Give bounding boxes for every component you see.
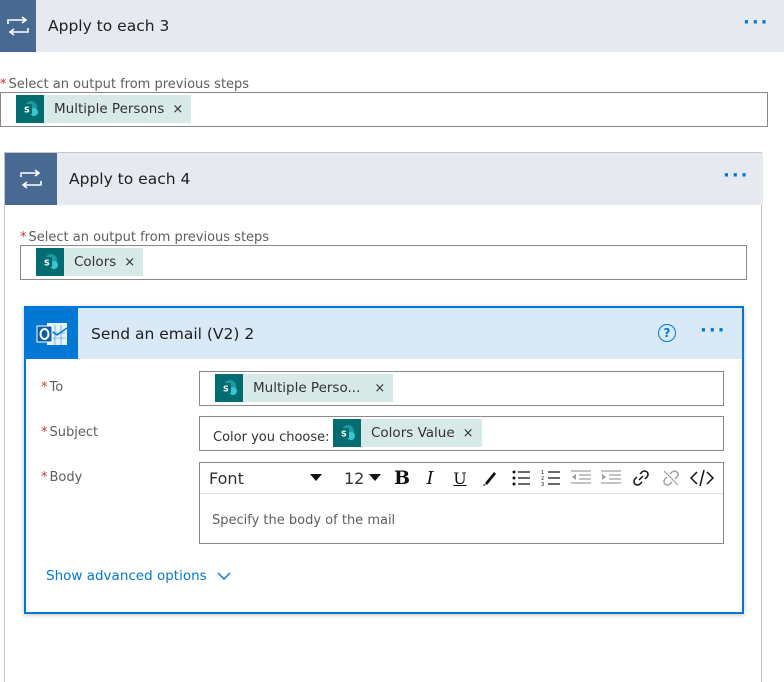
to-field[interactable]: S Multiple Perso... × [199, 371, 724, 406]
apply-to-each-4-title: Apply to each 4 [69, 170, 191, 188]
multiple-persons-token[interactable]: S Multiple Persons × [16, 95, 192, 123]
subject-prefix-text: Color you choose: [213, 430, 330, 445]
token-label: Multiple Perso... [253, 380, 361, 396]
subject-label: * Subject [41, 425, 99, 440]
remove-token-icon[interactable]: × [463, 426, 482, 441]
send-email-title: Send an email (V2) 2 [91, 324, 255, 343]
send-email-header[interactable]: Send an email (V2) 2 ? ··· [26, 308, 742, 359]
bold-button[interactable]: B [390, 463, 414, 493]
underline-button[interactable]: U [448, 463, 472, 493]
apply-to-each-4-header[interactable]: Apply to each 4 ··· [5, 153, 763, 205]
remove-token-icon[interactable]: × [172, 102, 191, 117]
decrease-indent-button[interactable] [568, 463, 594, 493]
inner-select-output-label: * Select an output from previous steps [20, 230, 270, 245]
remove-link-button[interactable] [658, 463, 684, 493]
unlink-icon [663, 470, 679, 486]
insert-link-button[interactable] [628, 463, 654, 493]
subject-field[interactable]: Color you choose: S Colors Value × [199, 416, 724, 451]
sharepoint-icon: S [215, 374, 243, 402]
body-text-area[interactable]: Specify the body of the mail [200, 494, 723, 543]
apply-to-each-4-menu-icon[interactable]: ··· [723, 165, 750, 186]
remove-token-icon[interactable]: × [374, 381, 393, 396]
apply-to-each-3-menu-icon[interactable]: ··· [743, 12, 770, 33]
loop-icon [5, 153, 57, 205]
increase-indent-icon [601, 470, 621, 484]
sharepoint-icon: S [16, 95, 44, 123]
sharepoint-icon: S [333, 419, 361, 447]
code-view-button[interactable] [688, 463, 716, 493]
help-icon[interactable]: ? [658, 324, 676, 342]
svg-text:S: S [341, 430, 347, 439]
svg-text:S: S [24, 106, 30, 115]
body-toolbar: Font 12 B I U 123 [200, 463, 723, 494]
apply-to-each-3-header[interactable]: Apply to each 3 ··· [0, 0, 784, 52]
increase-indent-button[interactable] [598, 463, 624, 493]
svg-text:S: S [44, 259, 50, 268]
svg-text:3: 3 [541, 482, 544, 487]
loop-icon [0, 0, 36, 52]
colors-value-token[interactable]: S Colors Value × [333, 419, 482, 447]
bullet-list-button[interactable] [508, 463, 534, 493]
bullet-list-icon [512, 470, 530, 486]
link-icon [633, 470, 649, 486]
sharepoint-icon: S [36, 248, 64, 276]
multiple-persons-token[interactable]: S Multiple Perso... × [215, 374, 394, 402]
outer-select-output-field[interactable]: S Multiple Persons × [0, 92, 768, 127]
to-label: * To [41, 380, 64, 395]
outlook-icon [26, 308, 78, 359]
pen-icon [483, 472, 496, 486]
apply-to-each-3-title: Apply to each 3 [48, 17, 170, 35]
numbered-list-icon: 123 [541, 470, 560, 487]
dropdown-arrow-icon [310, 474, 322, 481]
remove-token-icon[interactable]: × [124, 255, 143, 270]
svg-text:S: S [223, 385, 229, 394]
token-label: Colors Value [371, 425, 455, 441]
token-label: Multiple Persons [54, 101, 165, 117]
send-email-menu-icon[interactable]: ··· [700, 320, 727, 341]
inner-select-output-field[interactable]: S Colors × [20, 245, 747, 280]
decrease-indent-icon [571, 470, 591, 484]
code-icon [690, 469, 714, 487]
show-advanced-options-link[interactable]: Show advanced options [46, 568, 231, 584]
body-placeholder: Specify the body of the mail [212, 513, 396, 528]
chevron-down-icon [217, 572, 231, 580]
body-label: * Body [41, 470, 83, 485]
token-label: Colors [74, 254, 117, 270]
body-editor: Font 12 B I U 123 Specify the body of th… [199, 462, 724, 544]
colors-token[interactable]: S Colors × [36, 248, 144, 276]
font-color-button[interactable] [478, 463, 502, 493]
dropdown-arrow-icon [369, 474, 381, 481]
outer-select-output-label: * Select an output from previous steps [0, 77, 250, 92]
italic-button[interactable]: I [418, 463, 442, 493]
numbered-list-button[interactable]: 123 [538, 463, 564, 493]
font-size-dropdown[interactable]: 12 [340, 463, 384, 493]
font-dropdown[interactable]: Font [202, 463, 330, 493]
